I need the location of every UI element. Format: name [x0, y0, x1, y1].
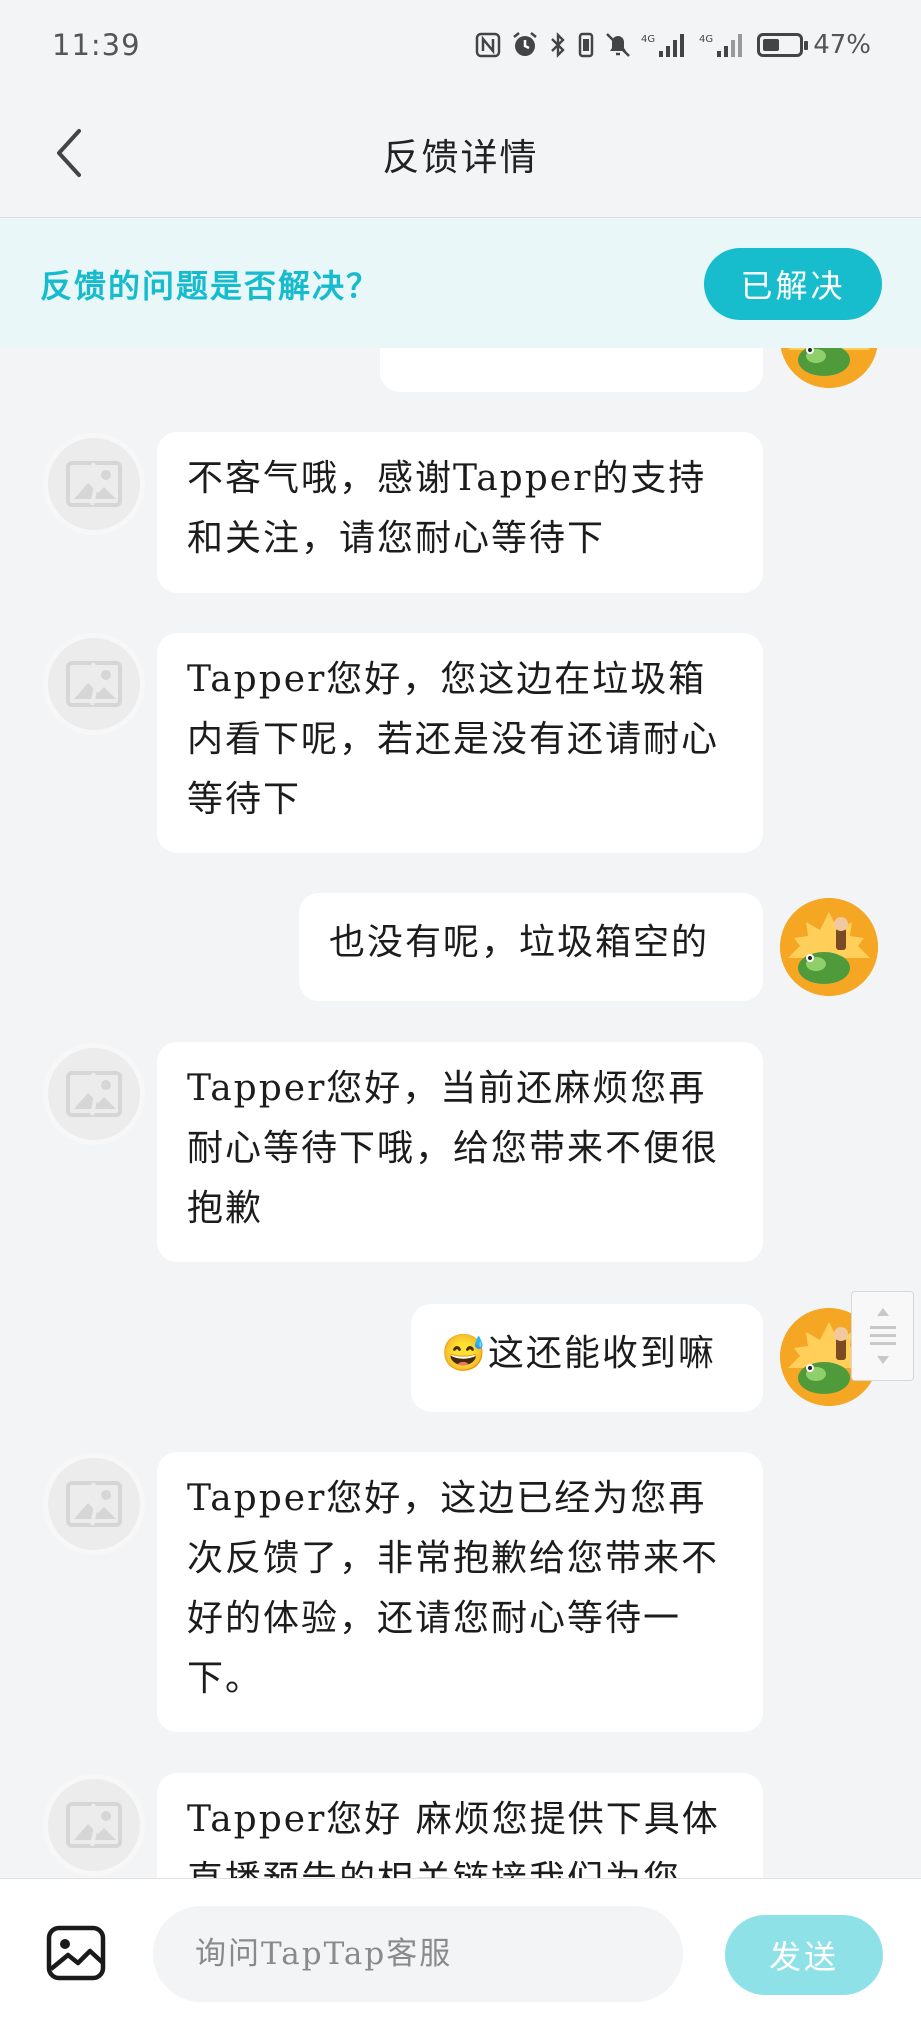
chevron-left-icon [57, 129, 81, 177]
message-text: 不客气哦，感谢Tapper的支持和关注，请您耐心等待下 [187, 458, 707, 559]
support-message-bubble: Tapper您好，您这边在垃圾箱内看下呢，若还是没有还请耐心等待下 [157, 633, 763, 853]
support-avatar[interactable] [43, 1453, 145, 1555]
send-button[interactable]: 发送 [725, 1915, 883, 1995]
input-bar: 发送 [0, 1878, 921, 2025]
support-message-bubble: Tapper您好，当前还麻烦您再耐心等待下哦，给您带来不便很抱歉 [157, 1042, 763, 1262]
image-placeholder-icon [66, 1802, 122, 1848]
mute-icon [605, 31, 631, 59]
svg-text:4G: 4G [699, 34, 713, 45]
image-placeholder-icon [66, 1481, 122, 1527]
status-icons: 4G 4G 47% [475, 30, 871, 60]
message-text: Tapper您好，这边已经为您再次反馈了，非常抱歉给您带来不好的体验，还请您耐心… [187, 1478, 720, 1699]
battery-percent: 47% [813, 30, 871, 60]
nav-bar: 反馈详情 [0, 90, 921, 218]
support-message-bubble: Tapper您好 麻烦您提供下具体直播预告的相关链接我们为您 [157, 1773, 763, 1878]
chat-area[interactable]: 不客气哦，感谢Tapper的支持和关注，请您耐心等待下 Tapper您好，您这边… [0, 348, 921, 1878]
vibrate-icon [577, 31, 595, 59]
user-avatar[interactable] [780, 898, 878, 996]
user-message-bubble [380, 348, 763, 392]
message-input[interactable] [153, 1906, 683, 2002]
support-avatar[interactable] [43, 433, 145, 535]
support-avatar[interactable] [43, 1043, 145, 1145]
list-scroll-icon [869, 1308, 896, 1364]
status-time: 11:39 [52, 28, 141, 62]
image-placeholder-icon [66, 461, 122, 507]
image-icon [46, 1925, 106, 1981]
back-button[interactable] [38, 120, 98, 186]
support-avatar[interactable] [43, 1774, 145, 1876]
image-placeholder-icon [66, 1071, 122, 1117]
resolved-button[interactable]: 已解决 [704, 247, 882, 320]
bluetooth-icon [549, 31, 567, 59]
support-message-bubble: 不客气哦，感谢Tapper的支持和关注，请您耐心等待下 [157, 432, 763, 593]
battery-icon [757, 33, 809, 57]
resolve-banner: 反馈的问题是否解决？ 已解决 [0, 219, 921, 348]
user-message-bubble: 也没有呢，垃圾箱空的 [299, 893, 763, 1001]
message-text: 也没有呢，垃圾箱空的 [329, 922, 710, 963]
image-placeholder-icon [66, 661, 122, 707]
user-message-bubble: 😅这还能收到嘛 [411, 1304, 763, 1412]
user-avatar[interactable] [780, 348, 878, 388]
message-text: Tapper您好 麻烦您提供下具体直播预告的相关链接我们为您 [187, 1799, 720, 1878]
message-text: Tapper您好，您这边在垃圾箱内看下呢，若还是没有还请耐心等待下 [187, 659, 720, 820]
page-title: 反馈详情 [382, 135, 539, 179]
alarm-icon [511, 31, 539, 59]
nfc-icon [475, 32, 501, 58]
message-text: 😅这还能收到嘛 [441, 1333, 716, 1374]
signal-4g-icon: 4G [641, 31, 689, 59]
scroll-handle[interactable] [851, 1291, 914, 1381]
message-text: Tapper您好，当前还麻烦您再耐心等待下哦，给您带来不便很抱歉 [187, 1068, 720, 1229]
signal-4g-icon: 4G [699, 31, 747, 59]
image-upload-button[interactable] [46, 1925, 106, 1981]
status-bar: 11:39 4G 4G 47% [0, 0, 921, 90]
support-avatar[interactable] [43, 633, 145, 735]
resolve-question: 反馈的问题是否解决？ [40, 266, 381, 305]
support-message-bubble: Tapper您好，这边已经为您再次反馈了，非常抱歉给您带来不好的体验，还请您耐心… [157, 1452, 763, 1732]
svg-text:4G: 4G [641, 34, 655, 45]
